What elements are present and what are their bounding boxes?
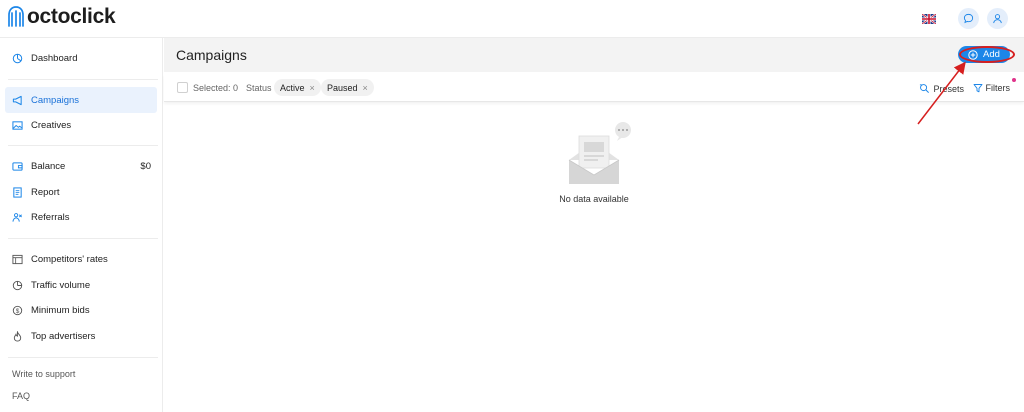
empty-inbox-icon xyxy=(568,122,631,184)
page-header: Campaigns Add xyxy=(164,38,1024,72)
sidebar-item-report[interactable]: Report xyxy=(5,179,157,205)
filters-button[interactable]: Filters xyxy=(973,83,1011,93)
report-icon xyxy=(12,186,23,198)
sidebar-divider xyxy=(8,79,158,80)
sidebar-item-label: Traffic volume xyxy=(31,279,91,291)
wallet-icon xyxy=(12,161,23,172)
filters-label: Filters xyxy=(985,83,1011,93)
filter-bar: Selected: 0 Status Active × Paused × Pre… xyxy=(164,74,1024,102)
dashboard-icon xyxy=(12,53,23,64)
status-label: Status xyxy=(246,83,272,93)
page-title: Campaigns xyxy=(176,47,247,63)
top-bar: octoclick xyxy=(0,0,1024,38)
flame-icon xyxy=(12,330,23,342)
sidebar-divider xyxy=(8,145,158,146)
sidebar-item-label: Report xyxy=(31,186,60,198)
chat-button[interactable] xyxy=(958,8,979,29)
sidebar-item-label: Dashboard xyxy=(31,52,78,64)
referrals-icon xyxy=(12,212,23,223)
filter-icon xyxy=(973,84,982,93)
sidebar-divider xyxy=(8,357,158,358)
sidebar-item-label: Campaigns xyxy=(31,94,80,106)
octopus-logo-icon xyxy=(8,6,24,27)
image-icon xyxy=(12,120,23,131)
annotation-highlight-ring xyxy=(959,46,1015,63)
chip-label: Active xyxy=(280,82,305,93)
svg-text:$: $ xyxy=(16,307,20,314)
megaphone-icon xyxy=(12,95,23,106)
chat-icon xyxy=(963,13,974,24)
filters-indicator-dot xyxy=(1012,78,1016,82)
presets-label: Presets xyxy=(933,83,964,94)
sidebar-item-referrals[interactable]: Referrals xyxy=(5,204,157,230)
sidebar: Dashboard Campaigns Creatives Balance $0… xyxy=(0,38,163,412)
sidebar-item-label: Balance xyxy=(31,160,66,172)
remove-chip-icon[interactable]: × xyxy=(363,83,368,93)
select-all-checkbox[interactable] xyxy=(177,82,188,93)
status-chip-active[interactable]: Active × xyxy=(274,79,321,96)
uk-flag-icon[interactable] xyxy=(922,13,936,24)
sidebar-item-creatives[interactable]: Creatives xyxy=(5,112,157,138)
sidebar-item-campaigns[interactable]: Campaigns xyxy=(5,87,157,113)
chip-label: Paused xyxy=(327,82,358,93)
logo-text: octoclick xyxy=(27,5,116,28)
sidebar-item-competitors-rates[interactable]: Competitors' rates xyxy=(5,246,157,272)
remove-chip-icon[interactable]: × xyxy=(310,83,315,93)
user-icon xyxy=(993,14,1002,24)
presets-icon xyxy=(920,84,930,93)
sidebar-item-label: Minimum bids xyxy=(31,304,90,316)
sidebar-item-traffic-volume[interactable]: Traffic volume xyxy=(5,272,157,298)
sidebar-item-label: Top advertisers xyxy=(31,330,96,342)
balance-value: $0 xyxy=(140,160,151,172)
dollar-icon: $ xyxy=(12,305,23,316)
sidebar-item-label: Referrals xyxy=(31,211,70,223)
sidebar-divider xyxy=(8,238,158,239)
logo[interactable]: octoclick xyxy=(8,5,116,29)
pie-icon xyxy=(12,280,23,291)
empty-state-text: No data available xyxy=(559,194,629,204)
sidebar-item-balance[interactable]: Balance $0 xyxy=(5,153,157,179)
write-to-support-link[interactable]: Write to support xyxy=(12,369,75,379)
rates-icon xyxy=(12,254,23,265)
sidebar-item-top-advertisers[interactable]: Top advertisers xyxy=(5,323,157,349)
status-chip-paused[interactable]: Paused × xyxy=(321,79,374,96)
sidebar-item-dashboard[interactable]: Dashboard xyxy=(5,45,157,71)
main-content: Campaigns Add Selected: 0 Status Active … xyxy=(164,38,1024,412)
sidebar-item-minimum-bids[interactable]: $ Minimum bids xyxy=(5,297,157,323)
presets-button[interactable]: Presets xyxy=(919,83,964,94)
sidebar-item-label: Creatives xyxy=(31,119,72,131)
faq-link[interactable]: FAQ xyxy=(12,391,30,401)
user-button[interactable] xyxy=(987,8,1008,29)
selected-count: Selected: 0 xyxy=(193,83,239,93)
sidebar-item-label: Competitors' rates xyxy=(31,253,108,265)
